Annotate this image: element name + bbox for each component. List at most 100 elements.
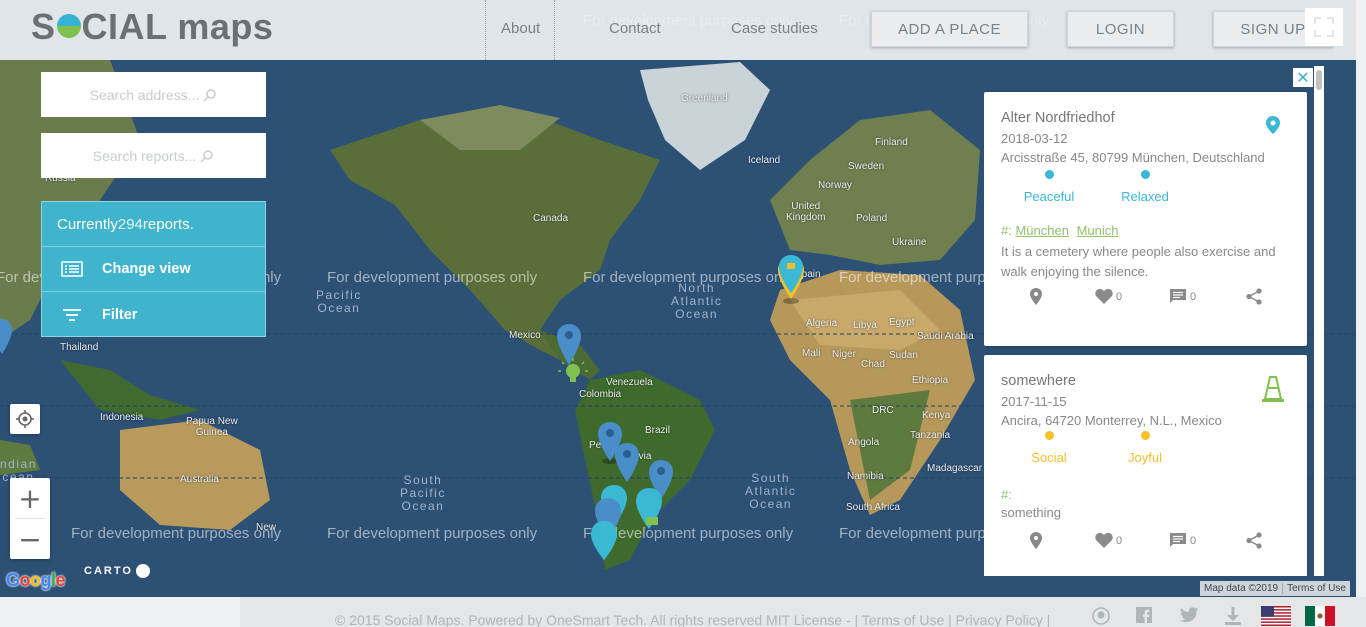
share-button[interactable]: [1246, 532, 1262, 549]
search-address-placeholder: Search address...: [89, 86, 200, 103]
comment-count: 0: [1190, 291, 1197, 303]
change-view-button[interactable]: Change view: [42, 247, 265, 292]
report-title: somewhere: [1001, 373, 1076, 389]
report-tags: #: München Munich: [1001, 223, 1123, 238]
heart-icon: [1095, 288, 1113, 304]
map-label: Ukraine: [892, 237, 927, 248]
feeling-label: Peaceful: [1023, 189, 1075, 204]
map-terms-link[interactable]: Terms of Use: [1283, 583, 1350, 594]
report-card[interactable]: Alter Nordfriedhof 2018-03-12 Arcisstraß…: [984, 92, 1307, 346]
mexico-flag-icon[interactable]: [1305, 606, 1335, 626]
filter-icon: [63, 308, 81, 321]
filter-button[interactable]: Filter: [42, 292, 265, 337]
footer-separator: - |: [842, 612, 862, 627]
map-label: Mali: [802, 348, 821, 359]
ocean-label: North Atlantic Ocean: [671, 281, 723, 321]
zoom-control: + −: [10, 478, 50, 559]
share-icon: [1246, 532, 1262, 549]
map-label: Brazil: [645, 425, 671, 436]
tags-prefix: #:: [1001, 487, 1012, 502]
nav-link-contact[interactable]: Contact: [609, 20, 661, 37]
map-label: Canada: [533, 213, 569, 224]
search-address-input[interactable]: Search address...: [41, 72, 266, 117]
comments-button[interactable]: 0: [1169, 532, 1196, 548]
map-attribution: Map data ©2019 Terms of Use: [1200, 581, 1350, 596]
like-button[interactable]: 0: [1095, 288, 1122, 304]
comments-button[interactable]: 0: [1169, 288, 1196, 304]
map-marker-icon[interactable]: [0, 318, 12, 358]
footer-rights: . All rights reserved: [643, 612, 767, 627]
map-watermark: For development purposes only: [327, 525, 538, 542]
github-icon[interactable]: [1092, 607, 1110, 625]
map-label: United Kingdom: [786, 201, 826, 223]
locate-button[interactable]: [1030, 288, 1042, 305]
reports-count: Currently 294 reports.: [42, 202, 265, 247]
footer-company-link[interactable]: OneSmart Tech: [546, 612, 643, 627]
zoom-in-button[interactable]: +: [10, 478, 50, 518]
map-label: Tanzania: [910, 430, 951, 441]
google-logo[interactable]: Google: [6, 570, 66, 591]
report-actions: 0 0: [984, 532, 1307, 556]
map-marker-icon[interactable]: [614, 442, 640, 486]
map-label: Angola: [848, 437, 880, 448]
nav-divider: [554, 0, 555, 60]
map-label: Egypt: [889, 317, 915, 328]
list-view-icon: [61, 261, 83, 277]
us-flag-icon[interactable]: [1261, 606, 1291, 626]
add-place-button[interactable]: ADD A PLACE: [871, 11, 1028, 47]
map-data-text: Map data ©2019: [1204, 583, 1279, 594]
search-reports-placeholder: Search reports...: [92, 147, 197, 164]
report-title: Alter Nordfriedhof: [1001, 110, 1115, 126]
map-label: Papua New Guinea: [186, 416, 238, 438]
site-logo[interactable]: S CIAL maps: [31, 6, 273, 48]
reports-count-prefix: Currently: [57, 215, 118, 233]
map-label: Thailand: [60, 342, 99, 353]
map-marker-icon[interactable]: [634, 487, 664, 531]
comment-icon: [1170, 289, 1186, 303]
map-label: Australia: [180, 474, 219, 485]
like-button[interactable]: 0: [1095, 532, 1122, 548]
my-location-button[interactable]: [10, 404, 40, 434]
fullscreen-button[interactable]: [1305, 8, 1343, 46]
tag-link[interactable]: Munich: [1077, 223, 1119, 238]
map-label: Sweden: [848, 161, 885, 172]
map-label: South Africa: [846, 502, 900, 513]
zoom-out-button[interactable]: −: [10, 519, 50, 559]
footer-privacy-link[interactable]: Privacy Policy: [956, 612, 1043, 627]
download-icon[interactable]: [1225, 607, 1241, 625]
search-reports-input[interactable]: Search reports...: [41, 133, 266, 178]
nav-link-case-studies[interactable]: Case studies: [731, 20, 818, 37]
locate-button[interactable]: [1030, 532, 1042, 549]
footer-terms-link[interactable]: Terms of Use: [862, 612, 944, 627]
location-pin-icon: [1030, 288, 1042, 305]
map-label: DRC: [872, 405, 894, 416]
nav-link-about[interactable]: About: [501, 20, 540, 37]
filter-label: Filter: [102, 306, 138, 323]
map-label: Niger: [832, 349, 856, 360]
share-button[interactable]: [1246, 288, 1262, 305]
twitter-icon[interactable]: [1180, 607, 1198, 623]
logo-text: S: [31, 6, 56, 47]
map-label: Libya: [853, 320, 877, 331]
like-count: 0: [1116, 535, 1123, 547]
feeling-label: Joyful: [1128, 450, 1162, 465]
report-card[interactable]: somewhere 2017-11-15 Ancira, 64720 Monte…: [984, 355, 1307, 576]
feeling-badge: Relaxed: [1095, 170, 1195, 204]
report-description: It is a cemetery where people also exerc…: [1001, 244, 1276, 279]
report-address: Arcisstraße 45, 80799 München, Deutschla…: [1001, 150, 1265, 165]
globe-icon: [56, 14, 81, 38]
login-button[interactable]: LOGIN: [1067, 11, 1174, 47]
report-description: something: [1001, 505, 1061, 520]
lightbulb-marker-icon[interactable]: [558, 358, 588, 388]
map-marker-icon[interactable]: [776, 255, 806, 305]
footer-separator: |: [944, 612, 956, 627]
map-label: Ethiopia: [912, 375, 949, 386]
map-marker-icon[interactable]: [590, 520, 618, 562]
share-icon: [1246, 288, 1262, 305]
tag-link[interactable]: München: [1015, 223, 1068, 238]
footer-license-link[interactable]: MIT License: [766, 612, 842, 627]
map-label: Norway: [818, 180, 852, 191]
facebook-icon[interactable]: [1136, 607, 1152, 623]
map-pin-icon: [1266, 116, 1280, 134]
reports-list: Alter Nordfriedhof 2018-03-12 Arcisstraß…: [984, 66, 1326, 576]
